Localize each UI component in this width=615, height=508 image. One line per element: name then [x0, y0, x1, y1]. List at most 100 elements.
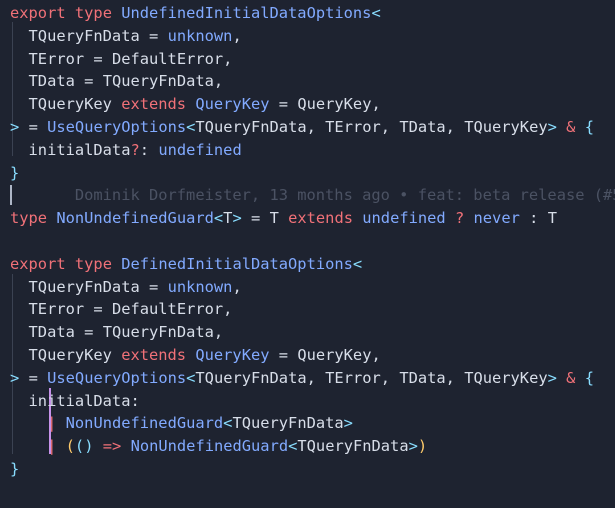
- code-token: >: [547, 118, 557, 136]
- code-token: TError: [315, 118, 381, 136]
- git-blame-annotation: Dominik Dorfmeister, 13 months ago • fea…: [10, 184, 615, 207]
- code-line[interactable]: | (() => NonUndefinedGuard<TQueryFnData>…: [10, 435, 427, 458]
- code-line[interactable]: TData = TQueryFnData,: [10, 321, 224, 344]
- code-token: =: [28, 118, 38, 136]
- code-token: extends: [288, 209, 353, 228]
- code-token: ,: [213, 72, 224, 91]
- code-token: ,: [306, 368, 316, 387]
- code-token: >: [547, 368, 557, 387]
- code-token: TQueryFnData: [93, 323, 214, 342]
- code-token: Dominik Dorfmeister, 13 months ago • fea…: [10, 186, 615, 205]
- code-token: ,: [445, 118, 455, 136]
- code-token: undefined: [158, 140, 242, 159]
- code-line[interactable]: initialData?: undefined: [10, 139, 242, 162]
- code-token: DefaultError: [102, 49, 224, 68]
- code-line[interactable]: TQueryKey extends QueryKey = QueryKey,: [10, 344, 381, 367]
- code-line[interactable]: TQueryKey extends QueryKey = QueryKey,: [10, 93, 381, 116]
- code-line[interactable]: }: [10, 458, 19, 481]
- code-token: initialData: [10, 391, 131, 410]
- code-token: ,: [371, 95, 381, 114]
- code-token: }: [10, 163, 20, 182]
- code-line[interactable]: initialData:: [10, 390, 140, 413]
- code-line[interactable]: TError = DefaultError,: [10, 298, 233, 321]
- code-token: TQueryKey: [10, 95, 122, 114]
- code-token: ?: [130, 140, 140, 159]
- code-token: T: [538, 209, 557, 228]
- code-token: UseQueryOptions: [47, 368, 187, 387]
- code-token: UndefinedInitialDataOptions: [121, 4, 372, 22]
- code-line[interactable]: TError = DefaultError,: [10, 48, 233, 71]
- code-token: never: [473, 209, 520, 228]
- code-token: TQueryKey: [454, 118, 548, 136]
- code-token: }: [10, 460, 20, 478]
- code-token: ,: [371, 346, 381, 364]
- code-token: type: [74, 4, 112, 22]
- code-token: :: [130, 391, 140, 410]
- code-token: ,: [380, 368, 391, 387]
- code-token: NonUndefinedGuard: [65, 414, 224, 433]
- code-token: >: [343, 414, 353, 433]
- code-token: ?: [454, 209, 465, 228]
- code-token: NonUndefinedGuard: [130, 437, 289, 456]
- code-token: undefined: [362, 209, 446, 228]
- code-token: <: [186, 118, 196, 136]
- code-token: TError: [315, 368, 381, 387]
- code-token: TQueryFnData: [93, 72, 214, 91]
- code-token: DefaultError: [102, 300, 224, 319]
- code-line[interactable]: TQueryFnData = unknown,: [10, 276, 242, 299]
- code-line[interactable]: type NonUndefinedGuard< T > = T extends un…: [10, 207, 557, 230]
- code-token: :: [139, 140, 150, 159]
- code-editor[interactable]: export type UndefinedInitialDataOptions<…: [0, 0, 615, 508]
- code-token: ,: [213, 323, 224, 342]
- code-token: UseQueryOptions: [47, 118, 187, 136]
- code-token: ,: [223, 49, 233, 68]
- code-token: =: [149, 277, 159, 296]
- code-token: (): [74, 437, 94, 456]
- code-token: DefinedInitialDataOptions: [121, 254, 353, 273]
- code-token: extends: [121, 346, 187, 364]
- code-token: QueryKey: [288, 346, 372, 364]
- code-token: TData: [10, 72, 85, 91]
- code-token: ,: [380, 118, 391, 136]
- code-line[interactable]: TQueryFnData = unknown,: [10, 25, 242, 48]
- code-token: =: [278, 95, 289, 114]
- code-token: {: [584, 118, 595, 136]
- code-token: TData: [10, 323, 85, 342]
- code-token: =: [93, 300, 103, 319]
- code-token: =: [278, 346, 289, 364]
- code-token: unknown: [167, 277, 233, 296]
- code-line[interactable]: export type DefinedInitialDataOptions<: [10, 253, 362, 276]
- code-token: TQueryFnData: [10, 26, 149, 45]
- code-token: TQueryFnData: [10, 277, 149, 296]
- code-token: NonUndefinedGuard: [56, 209, 214, 228]
- code-line[interactable]: > = UseQueryOptions<TQueryFnData, TError…: [10, 116, 594, 139]
- code-token: TError: [10, 49, 94, 68]
- code-line[interactable]: | NonUndefinedGuard<TQueryFnData>: [10, 412, 353, 435]
- code-line[interactable]: export type UndefinedInitialDataOptions<: [10, 2, 381, 25]
- code-token: type: [10, 209, 48, 228]
- git-blame-annotation: ___ ___ __ ___ __ _____ ___ ____ _: [10, 504, 371, 508]
- code-line[interactable]: TData = TQueryFnData,: [10, 70, 224, 93]
- code-token: >: [10, 118, 20, 136]
- code-token: TData: [390, 368, 446, 387]
- code-token: >: [408, 437, 418, 456]
- code-token: <: [186, 368, 196, 387]
- code-token: =: [251, 209, 261, 228]
- code-line[interactable]: > = UseQueryOptions<TQueryFnData, TError…: [10, 367, 594, 390]
- code-token: type: [74, 254, 112, 273]
- code-line[interactable]: }: [10, 162, 19, 185]
